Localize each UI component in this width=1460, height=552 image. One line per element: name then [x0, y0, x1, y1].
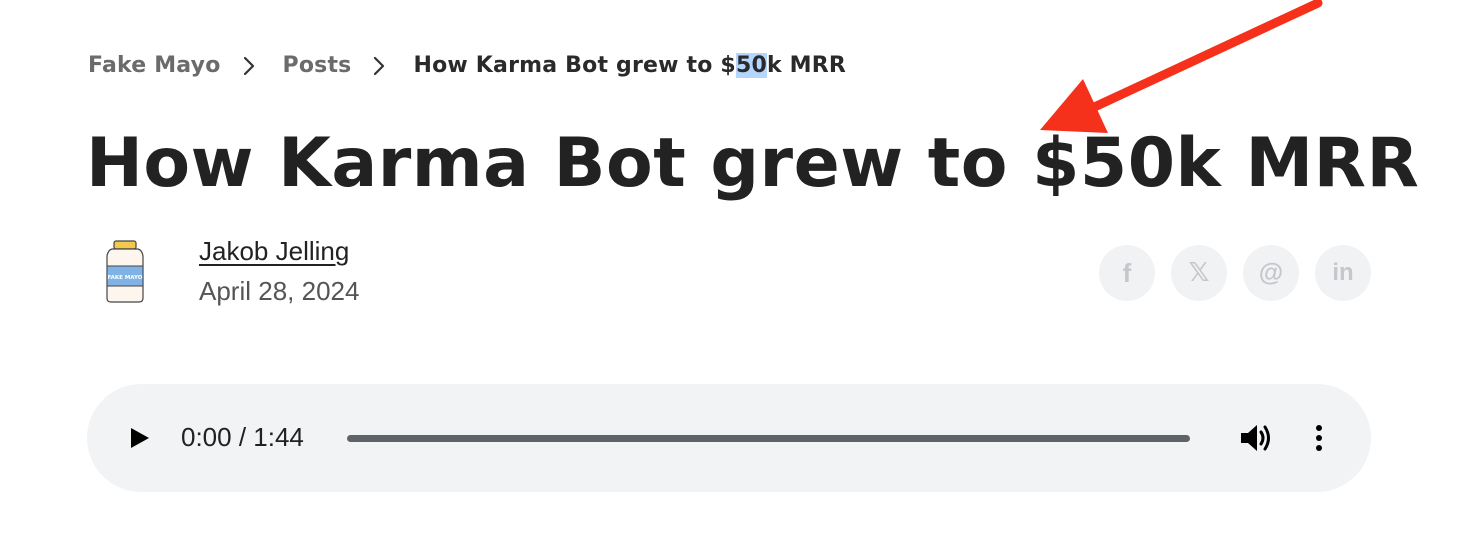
- x-icon: 𝕏: [1188, 258, 1210, 288]
- chevron-right-icon: [221, 53, 283, 77]
- avatar-label: FAKE MAYO: [108, 275, 143, 281]
- chevron-right-icon: [351, 53, 413, 77]
- more-options-button[interactable]: [1309, 424, 1329, 458]
- more-vertical-icon: [1316, 425, 1322, 451]
- share-facebook-button[interactable]: f: [1099, 245, 1155, 301]
- breadcrumb-current: How Karma Bot grew to $50k MRR: [413, 52, 847, 78]
- avatar: FAKE MAYO: [100, 240, 150, 304]
- play-icon: [131, 428, 149, 448]
- share-x-button[interactable]: 𝕏: [1171, 245, 1227, 301]
- audio-player: 0:00 / 1:44: [87, 384, 1371, 492]
- page-title: How Karma Bot grew to $50k MRR: [86, 124, 1420, 203]
- linkedin-icon: in: [1332, 259, 1354, 286]
- threads-icon: @: [1258, 258, 1284, 287]
- publish-date: April 28, 2024: [199, 276, 360, 306]
- share-threads-button[interactable]: @: [1243, 245, 1299, 301]
- breadcrumb-current-prefix: How Karma Bot grew to $: [413, 52, 736, 78]
- facebook-icon: f: [1122, 257, 1132, 288]
- breadcrumb-link-fake-mayo[interactable]: Fake Mayo: [88, 53, 221, 78]
- breadcrumb-current-suffix: k MRR: [766, 52, 847, 78]
- play-button[interactable]: [127, 426, 151, 454]
- time-display: 0:00 / 1:44: [181, 422, 304, 452]
- volume-button[interactable]: [1239, 422, 1273, 458]
- breadcrumb-link-posts[interactable]: Posts: [283, 53, 352, 78]
- volume-icon: [1241, 425, 1270, 451]
- author-link[interactable]: Jakob Jelling: [199, 236, 349, 267]
- share-linkedin-button[interactable]: in: [1315, 245, 1371, 301]
- progress-slider[interactable]: [347, 435, 1190, 442]
- breadcrumb: Fake Mayo Posts How Karma Bot grew to $5…: [88, 48, 846, 82]
- text-selection-highlight: 50: [735, 52, 767, 78]
